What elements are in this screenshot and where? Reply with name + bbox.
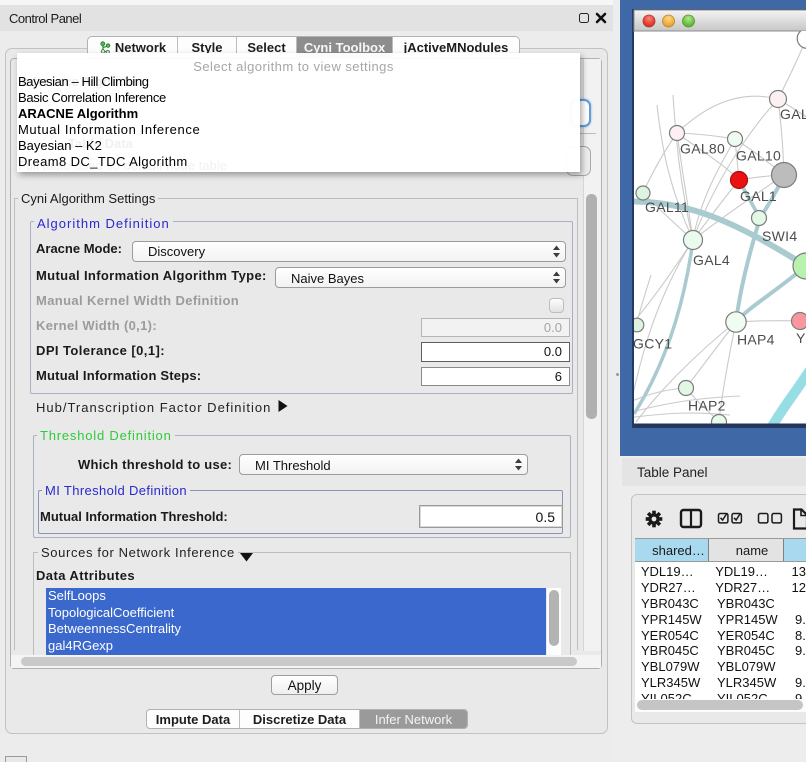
svg-text:GAL80: GAL80 [680, 141, 725, 157]
svg-text:HAP2: HAP2 [688, 398, 726, 414]
svg-text:Y: Y [796, 330, 806, 346]
svg-text:GAL4: GAL4 [693, 252, 730, 268]
svg-text:GAL10: GAL10 [736, 148, 781, 164]
svg-text:GAL8: GAL8 [780, 106, 806, 122]
svg-text:HAP4: HAP4 [737, 332, 775, 348]
svg-text:GAL1: GAL1 [740, 188, 777, 204]
svg-text:GAL11: GAL11 [645, 199, 689, 215]
svg-text:GCY1: GCY1 [633, 336, 672, 352]
svg-text:SWI4: SWI4 [762, 228, 797, 244]
